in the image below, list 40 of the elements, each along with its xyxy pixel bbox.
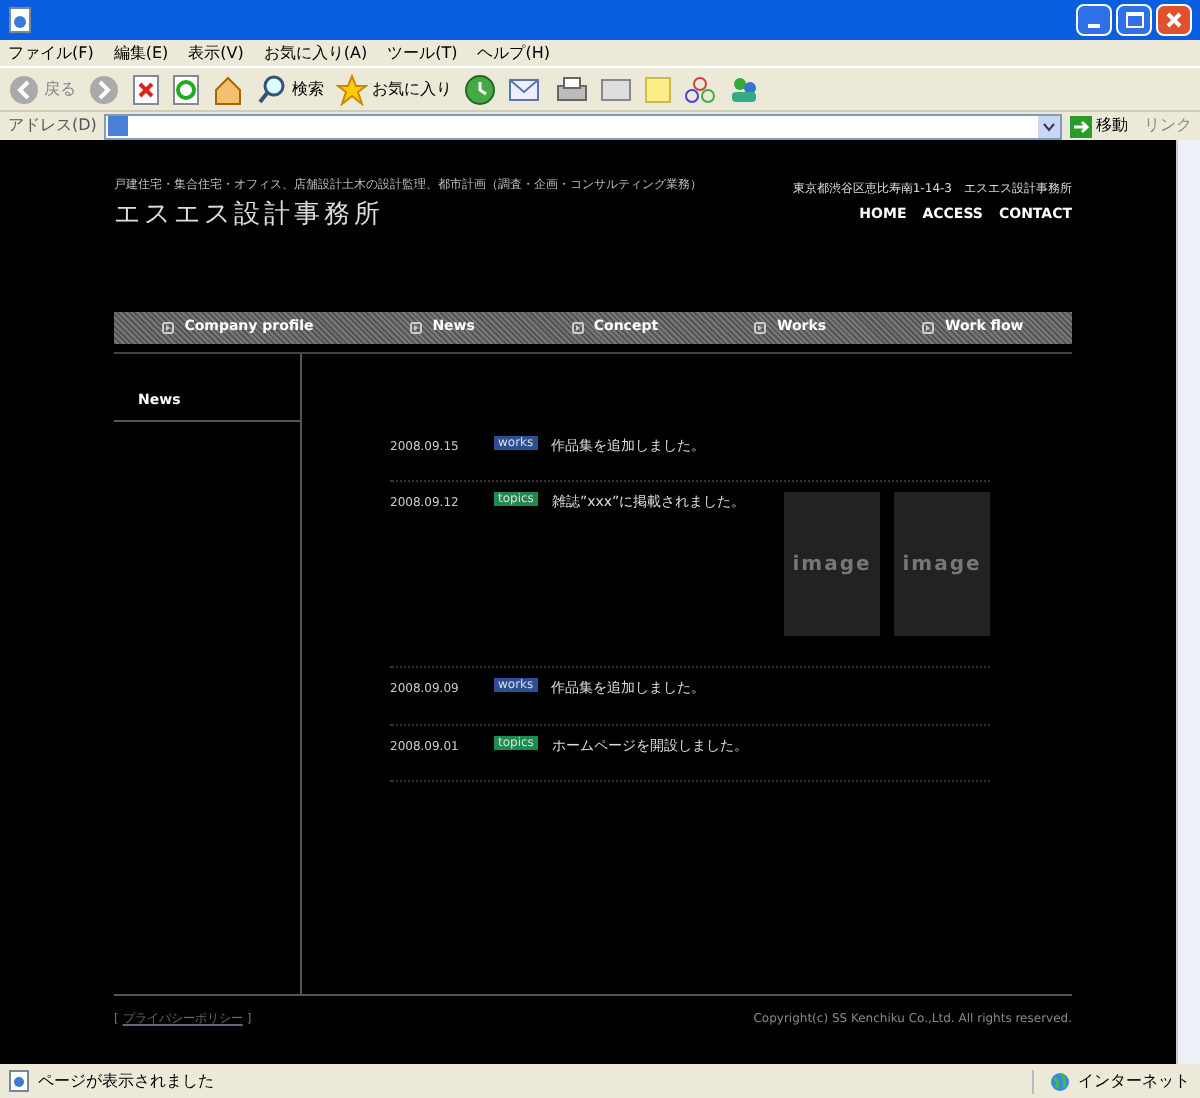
security-zone: インターネット <box>1078 1069 1190 1093</box>
close-button[interactable] <box>1156 4 1192 36</box>
menu-item[interactable]: 表示(V) <box>188 41 244 65</box>
minimize-icon <box>1088 24 1100 28</box>
image-label: image <box>902 551 982 579</box>
play-icon <box>162 321 175 333</box>
messenger-icon[interactable] <box>728 73 760 105</box>
menu-item[interactable]: ヘルプ(H) <box>477 41 550 65</box>
play-icon <box>410 321 423 333</box>
globe-icon[interactable] <box>1050 1071 1070 1091</box>
play-icon <box>922 321 935 333</box>
minimize-button[interactable] <box>1076 4 1112 36</box>
maximize-button[interactable] <box>1116 4 1152 36</box>
print-icon[interactable] <box>556 75 588 103</box>
dropdown-icon[interactable] <box>1038 115 1060 137</box>
forward-icon[interactable] <box>88 73 120 105</box>
play-icon <box>571 321 584 333</box>
site-logo: エスエス設計事務所 <box>114 198 386 234</box>
search-icon <box>256 73 288 105</box>
play-icon <box>754 321 767 333</box>
close-icon <box>1166 12 1182 28</box>
status-text: ページが表示されました <box>38 1069 214 1093</box>
menu-item[interactable]: ファイル(F) <box>8 41 94 65</box>
scrollbar[interactable] <box>1176 140 1200 1064</box>
address-label: アドレス(D) <box>8 114 97 138</box>
star-icon <box>336 73 368 105</box>
arrow-icon <box>1070 115 1092 137</box>
menu-item[interactable]: お気に入り(A) <box>263 41 368 65</box>
address-field[interactable] <box>104 113 1062 139</box>
history-icon[interactable] <box>464 73 496 105</box>
stop-icon[interactable] <box>132 73 160 105</box>
favorites-button[interactable]: お気に入り <box>336 73 452 105</box>
menu-item[interactable]: ツール(T) <box>387 41 458 65</box>
go-button[interactable]: 移動 <box>1070 114 1128 138</box>
maximize-icon <box>1125 12 1143 28</box>
mail-icon[interactable] <box>508 75 544 103</box>
menu-item[interactable]: 編集(E) <box>113 41 169 65</box>
home-icon[interactable] <box>212 73 244 105</box>
image-label: image <box>792 551 872 579</box>
search-button[interactable]: 検索 <box>256 73 324 105</box>
